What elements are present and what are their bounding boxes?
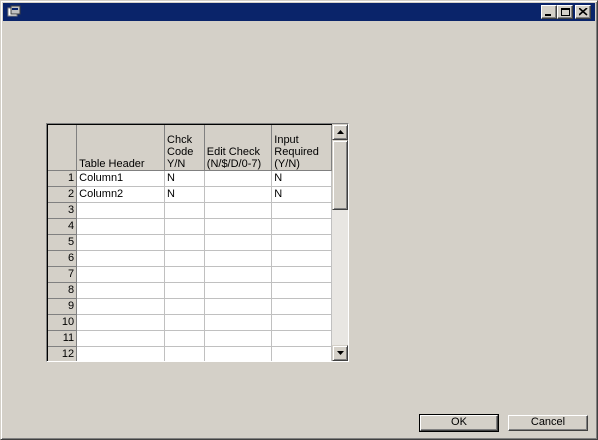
grid-table: Table Header Chck Code Y/N Edit Check (N… <box>48 125 332 361</box>
close-button[interactable] <box>575 5 591 19</box>
row-number[interactable]: 4 <box>48 218 78 235</box>
column-header-input-required[interactable]: Input Required (Y/N) <box>271 125 332 171</box>
table-row[interactable]: 2 Column2 N N <box>48 186 332 203</box>
row-number[interactable]: 1 <box>48 170 78 187</box>
table-row[interactable]: 6 <box>48 250 332 267</box>
cell-check-code[interactable] <box>164 266 205 283</box>
corner-header[interactable] <box>48 125 78 171</box>
cell-table-header[interactable] <box>76 346 166 361</box>
cell-edit-check[interactable] <box>204 330 273 347</box>
cell-input-required[interactable] <box>271 266 332 283</box>
table-row[interactable]: 3 <box>48 202 332 219</box>
cell-input-required[interactable] <box>271 250 332 267</box>
cell-check-code[interactable] <box>164 218 205 235</box>
vertical-scrollbar[interactable] <box>332 124 348 361</box>
cell-input-required[interactable] <box>271 234 332 251</box>
cell-input-required[interactable] <box>271 218 332 235</box>
cell-input-required[interactable]: N <box>271 186 332 203</box>
cell-table-header[interactable] <box>76 234 166 251</box>
cell-edit-check[interactable] <box>204 218 273 235</box>
scroll-up-button[interactable] <box>332 124 348 140</box>
column-header-check-code[interactable]: Chck Code Y/N <box>164 125 205 171</box>
cancel-button[interactable]: Cancel <box>508 415 588 431</box>
arrow-up-icon <box>337 130 344 134</box>
cell-table-header[interactable] <box>76 202 166 219</box>
app-icon <box>7 5 21 17</box>
cell-check-code[interactable] <box>164 314 205 331</box>
cell-table-header[interactable] <box>76 298 166 315</box>
scroll-down-button[interactable] <box>332 345 348 361</box>
cell-input-required[interactable] <box>271 346 332 361</box>
cell-check-code[interactable] <box>164 282 205 299</box>
row-number[interactable]: 7 <box>48 266 78 283</box>
row-number[interactable]: 10 <box>48 314 78 331</box>
minimize-button[interactable] <box>541 5 557 19</box>
table-row[interactable]: 9 <box>48 298 332 315</box>
cell-check-code[interactable] <box>164 346 205 361</box>
column-header-table-header[interactable]: Table Header <box>76 125 166 171</box>
scroll-thumb[interactable] <box>332 140 348 210</box>
cell-check-code[interactable] <box>164 250 205 267</box>
cell-table-header[interactable] <box>76 250 166 267</box>
cell-edit-check[interactable] <box>204 186 273 203</box>
cell-table-header[interactable]: Column1 <box>76 170 166 187</box>
cell-check-code[interactable] <box>164 298 205 315</box>
table-row[interactable]: 10 <box>48 314 332 331</box>
table-row[interactable]: 12 <box>48 346 332 361</box>
ok-button[interactable]: OK <box>419 414 499 432</box>
cell-table-header[interactable] <box>76 314 166 331</box>
close-icon <box>579 8 588 16</box>
title-bar[interactable] <box>3 3 595 21</box>
cell-input-required[interactable] <box>271 282 332 299</box>
cell-check-code[interactable] <box>164 234 205 251</box>
table-row[interactable]: 8 <box>48 282 332 299</box>
cell-edit-check[interactable] <box>204 234 273 251</box>
cell-input-required[interactable] <box>271 202 332 219</box>
cell-edit-check[interactable] <box>204 266 273 283</box>
cell-edit-check[interactable] <box>204 314 273 331</box>
cell-table-header[interactable] <box>76 330 166 347</box>
cell-input-required[interactable] <box>271 330 332 347</box>
table-row[interactable]: 5 <box>48 234 332 251</box>
dialog-window: Table Header Chck Code Y/N Edit Check (N… <box>0 0 598 440</box>
arrow-down-icon <box>337 351 344 355</box>
minimize-icon <box>545 14 551 16</box>
cell-edit-check[interactable] <box>204 346 273 361</box>
row-number[interactable]: 2 <box>48 186 78 203</box>
table-row[interactable]: 4 <box>48 218 332 235</box>
cell-check-code[interactable]: N <box>164 186 205 203</box>
cell-check-code[interactable] <box>164 330 205 347</box>
row-number[interactable]: 9 <box>48 298 78 315</box>
cell-input-required[interactable] <box>271 298 332 315</box>
cell-input-required[interactable]: N <box>271 170 332 187</box>
column-header-edit-check[interactable]: Edit Check (N/$/D/0-7) <box>204 125 273 171</box>
cell-edit-check[interactable] <box>204 282 273 299</box>
cell-edit-check[interactable] <box>204 250 273 267</box>
data-grid[interactable]: Table Header Chck Code Y/N Edit Check (N… <box>46 123 349 362</box>
row-number[interactable]: 5 <box>48 234 78 251</box>
row-number[interactable]: 11 <box>48 330 78 347</box>
cell-table-header[interactable] <box>76 282 166 299</box>
cell-edit-check[interactable] <box>204 298 273 315</box>
maximize-icon <box>561 8 570 16</box>
row-number[interactable]: 12 <box>48 346 78 361</box>
cell-check-code[interactable]: N <box>164 170 205 187</box>
grid-viewport: Table Header Chck Code Y/N Edit Check (N… <box>47 124 332 361</box>
cell-table-header[interactable]: Column2 <box>76 186 166 203</box>
cell-check-code[interactable] <box>164 202 205 219</box>
cell-table-header[interactable] <box>76 266 166 283</box>
cell-table-header[interactable] <box>76 218 166 235</box>
row-number[interactable]: 8 <box>48 282 78 299</box>
table-row[interactable]: 1 Column1 N N <box>48 170 332 187</box>
cell-edit-check[interactable] <box>204 170 273 187</box>
maximize-button[interactable] <box>557 5 573 19</box>
row-number[interactable]: 6 <box>48 250 78 267</box>
row-number[interactable]: 3 <box>48 202 78 219</box>
grid-header-row: Table Header Chck Code Y/N Edit Check (N… <box>48 125 332 171</box>
cell-edit-check[interactable] <box>204 202 273 219</box>
cell-input-required[interactable] <box>271 314 332 331</box>
table-row[interactable]: 7 <box>48 266 332 283</box>
table-row[interactable]: 11 <box>48 330 332 347</box>
